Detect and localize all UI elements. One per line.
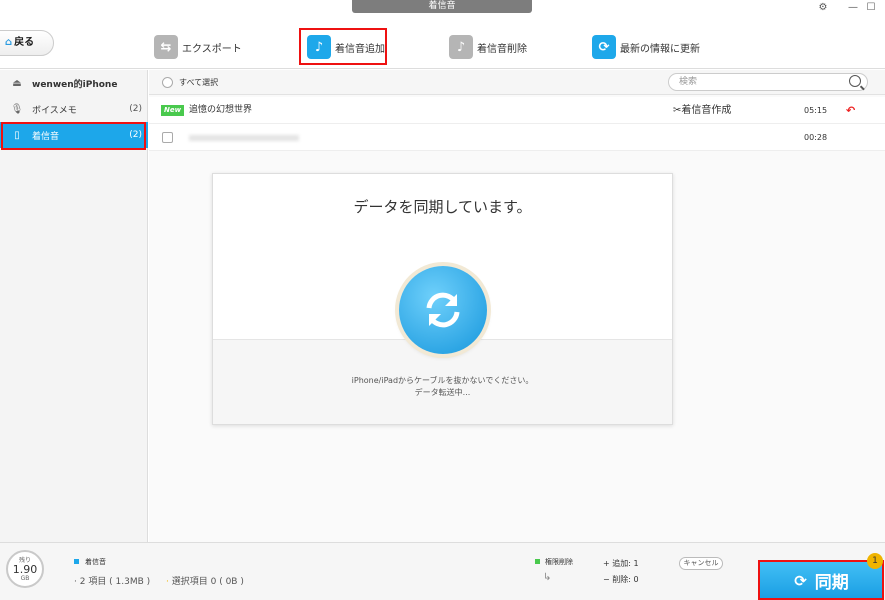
- arrow-icon: ↳: [543, 572, 552, 583]
- export-icon: ⇆: [154, 35, 178, 59]
- sync-highlight: [758, 560, 884, 600]
- minimize-icon[interactable]: —: [846, 2, 860, 14]
- add-ringtone-highlight: [299, 28, 387, 65]
- back-button[interactable]: ⌂ 戻る: [0, 30, 54, 56]
- items-info: · 2 項目 ( 1.3MB ): [74, 577, 151, 587]
- sync-dialog: データを同期しています。 iPhone/iPadからケーブルを抜かないでください…: [212, 173, 673, 425]
- select-all-checkbox[interactable]: [162, 77, 173, 88]
- row-checkbox[interactable]: [162, 132, 173, 143]
- search-icon[interactable]: [849, 75, 861, 87]
- microphone-icon: 🎙: [10, 103, 24, 115]
- refresh-icon: ⟳: [592, 35, 616, 59]
- window-title: 着信音: [352, 0, 532, 13]
- table-row[interactable]: 00:28: [149, 124, 885, 151]
- delete-ringtone-icon: ♪: [449, 35, 473, 59]
- export-button[interactable]: ⇆ エクスポート: [154, 34, 242, 60]
- search-input[interactable]: 検索: [668, 73, 868, 91]
- delete-count: − 削除: 0: [603, 575, 639, 584]
- delete-ringtone-button[interactable]: ♪ 着信音削除: [449, 34, 527, 60]
- ringtone-highlight: [1, 122, 146, 150]
- dialog-title: データを同期しています。: [353, 198, 532, 216]
- bottom-bar: 残り 1.90 GB 着信音 · 2 項目 ( 1.3MB ) · 選択項目 0…: [0, 542, 885, 600]
- create-ringtone-button[interactable]: ✂着信音作成: [673, 97, 731, 124]
- refresh-button[interactable]: ⟳ 最新の情報に更新: [592, 34, 700, 60]
- sidebar: ⏏ wenwen的iPhone 🎙 ボイスメモ (2) ▯ 着信音 (2): [0, 70, 148, 542]
- row-duration: 05:15: [804, 106, 828, 115]
- table-row[interactable]: New 追憶の幻想世界 ✂着信音作成 05:15 ↶: [149, 97, 885, 124]
- selected-info: · 選択項目 0 ( 0B ): [166, 577, 244, 587]
- select-all-label: すべて選択: [179, 78, 219, 87]
- device-row[interactable]: ⏏ wenwen的iPhone: [0, 70, 148, 96]
- dialog-status: データ転送中...: [414, 388, 471, 397]
- maximize-icon[interactable]: ☐: [864, 2, 878, 14]
- undo-icon[interactable]: ↶: [846, 97, 855, 124]
- settings-icon[interactable]: ⚙: [816, 2, 830, 14]
- sync-count-badge: 1: [867, 553, 883, 569]
- category-label: 着信音: [85, 558, 106, 566]
- perm-delete-swatch: [535, 559, 540, 564]
- row-title: 追憶の幻想世界: [189, 105, 253, 115]
- eject-icon[interactable]: ⏏: [10, 78, 24, 89]
- blurred-title: [189, 135, 299, 141]
- storage-gauge: 残り 1.90 GB: [6, 550, 44, 588]
- toolbar: ⌂ 戻る ⇆ エクスポート ♪ 着信音追加 ♪ 着信音削除 ⟳ 最新の情報に更新: [0, 16, 885, 69]
- perm-delete-label: 権限削除: [545, 558, 573, 566]
- dialog-warning: iPhone/iPadからケーブルを抜かないでください。: [351, 376, 534, 385]
- category-color-swatch: [74, 559, 79, 564]
- title-bar: 着信音 ⚙ — ☐: [0, 0, 885, 16]
- new-badge: New: [161, 105, 185, 116]
- sync-icon: [399, 266, 487, 354]
- add-count: + 追加: 1: [603, 559, 639, 568]
- row-duration: 00:28: [804, 133, 828, 142]
- home-arrow-icon: ⌂: [5, 37, 13, 48]
- list-header: すべて選択 検索: [149, 70, 885, 95]
- cancel-button[interactable]: キャンセル: [679, 557, 723, 570]
- sidebar-item-voice-memo[interactable]: 🎙 ボイスメモ (2): [0, 96, 148, 122]
